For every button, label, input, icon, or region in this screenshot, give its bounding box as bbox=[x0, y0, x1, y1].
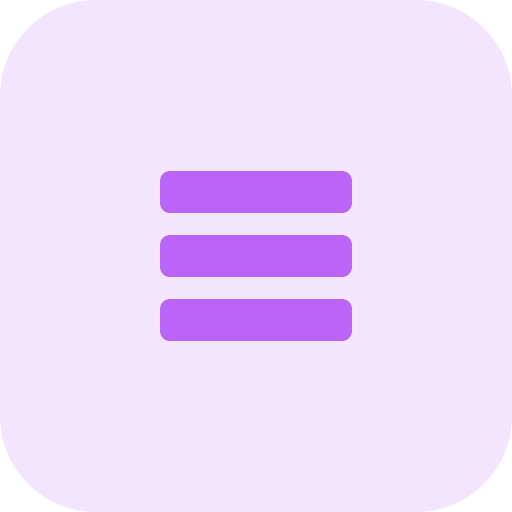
icon-tile-background bbox=[0, 0, 512, 512]
menu-icon-bar-top bbox=[160, 171, 352, 213]
menu-icon-bar-middle bbox=[160, 235, 352, 277]
menu-icon[interactable] bbox=[160, 171, 352, 342]
menu-icon-bar-bottom bbox=[160, 299, 352, 341]
